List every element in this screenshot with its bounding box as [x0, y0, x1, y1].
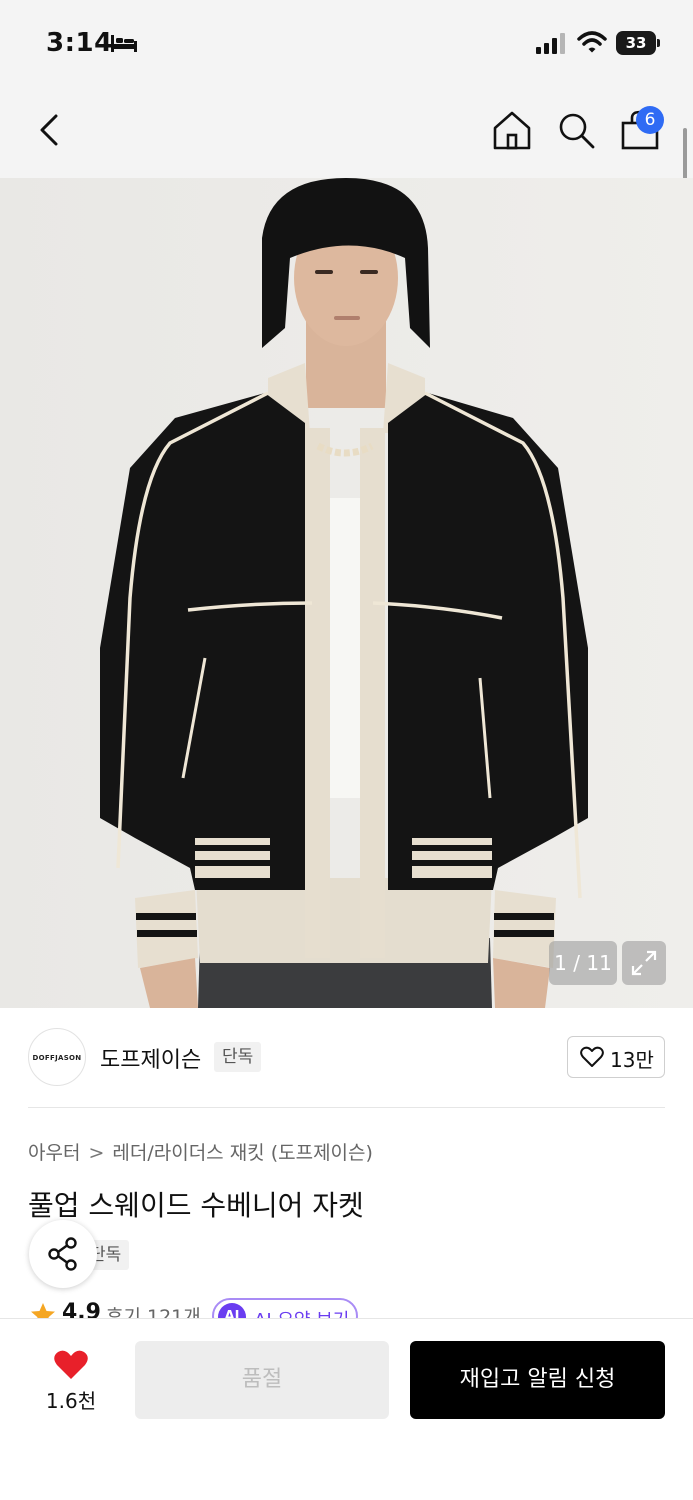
- breadcrumb-separator: >: [88, 1142, 105, 1164]
- exclusive-badge: 단독: [214, 1042, 262, 1072]
- brand-name[interactable]: 도프제이슨: [100, 1042, 201, 1074]
- status-bar: 3:14 33: [0, 0, 693, 88]
- brand-row: DOFFJASON 도프제이슨 단독 13만: [28, 1028, 665, 1086]
- bottom-action-bar: 1.6천 품절 재입고 알림 신청: [0, 1318, 693, 1500]
- soldout-button: 품절: [135, 1341, 389, 1419]
- product-photo: [0, 178, 693, 1008]
- share-button[interactable]: [29, 1220, 97, 1288]
- breadcrumb-item-category[interactable]: 아우터: [28, 1138, 80, 1165]
- ai-summary-button[interactable]: AI AI 요약 보기: [212, 1298, 358, 1320]
- search-icon[interactable]: [554, 108, 598, 152]
- brand-logo[interactable]: DOFFJASON: [28, 1028, 86, 1086]
- restock-alert-button[interactable]: 재입고 알림 신청: [410, 1341, 665, 1419]
- breadcrumb-item-subcategory[interactable]: 레더/라이더스 재킷 (도프제이슨): [112, 1138, 373, 1165]
- battery-level: 33: [616, 31, 656, 55]
- nav-bar: [0, 88, 693, 178]
- heart-filled-icon[interactable]: [53, 1349, 89, 1381]
- expand-icon: [631, 950, 657, 976]
- home-icon[interactable]: [490, 108, 534, 152]
- breadcrumb: 아우터 > 레더/라이더스 재킷 (도프제이슨): [28, 1138, 373, 1165]
- brand-like-button[interactable]: 13만: [567, 1036, 665, 1078]
- battery-icon: 33: [616, 31, 660, 55]
- product-title: 풀업 스웨이드 수베니어 자켓: [28, 1189, 364, 1222]
- signal-icon: [536, 33, 565, 54]
- wifi-icon: [577, 31, 607, 53]
- divider: [28, 1107, 665, 1108]
- wish-count: 1.6천: [45, 1389, 97, 1413]
- share-icon: [48, 1237, 77, 1271]
- product-image[interactable]: [0, 178, 693, 1008]
- image-counter: 1 / 11: [549, 941, 617, 985]
- bed-icon: [111, 35, 137, 52]
- back-icon[interactable]: [30, 110, 70, 150]
- rating-row: 4.9 후기 121개 AI AI 요약 보기: [28, 1298, 665, 1320]
- battery-tip: [657, 39, 660, 47]
- status-time: 3:14: [46, 28, 113, 58]
- brand-like-count: 13만: [610, 1048, 654, 1072]
- heart-outline-icon: [580, 1046, 604, 1067]
- cart-count-badge: 6: [636, 106, 664, 134]
- rating-value: 4.9: [62, 1300, 101, 1320]
- expand-button[interactable]: [622, 941, 666, 985]
